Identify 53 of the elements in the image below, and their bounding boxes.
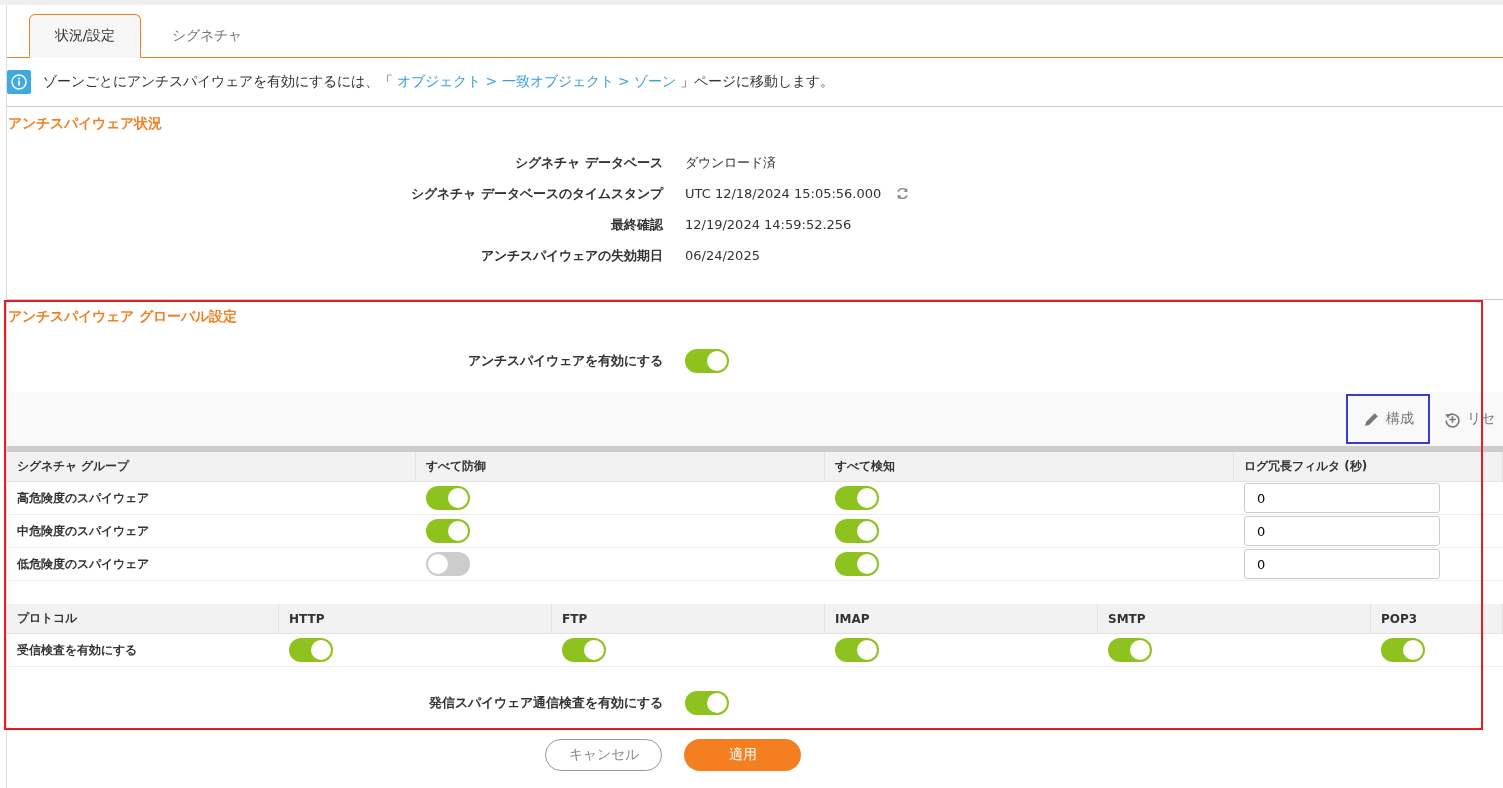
section-title: アンチスパイウェア状況: [7, 114, 163, 133]
toggle-switch[interactable]: [289, 638, 333, 662]
field-value: UTC 12/18/2024 15:05:56.000: [685, 186, 882, 201]
input-field[interactable]: 0: [1244, 516, 1440, 546]
toggle-switch[interactable]: [685, 349, 729, 373]
field-label: 発信スパイウェア通信検査を有効にする: [428, 694, 664, 712]
column-header: IMAP: [825, 604, 1098, 634]
field-label: 最終確認: [610, 215, 664, 234]
apply-button[interactable]: 適用: [684, 739, 801, 771]
field-label: シグネチャ データベースのタイムスタンプ: [410, 184, 665, 203]
field-label: シグネチャ データベース: [514, 153, 664, 172]
column-header: プロトコル: [7, 604, 279, 634]
pencil-icon: [1362, 410, 1380, 428]
input-field[interactable]: 0: [1244, 483, 1440, 513]
info-message: ゾーンごとにアンチスパイウェアを有効にするには、「 オブジェクト > 一致オブジェクト > ゾーン 」ページに移動します。: [43, 73, 835, 91]
toggle-switch[interactable]: [685, 691, 729, 715]
zone-link[interactable]: オブジェクト > 一致オブジェクト > ゾーン: [397, 73, 677, 89]
cancel-button[interactable]: キャンセル: [545, 739, 662, 771]
field-label: アンチスパイウェアの失効期日: [480, 246, 664, 265]
column-header: すべて検知: [825, 452, 1234, 482]
input-field[interactable]: 0: [1244, 549, 1440, 579]
toggle-switch[interactable]: [426, 552, 470, 576]
toggle-switch[interactable]: [835, 486, 879, 510]
toggle-switch[interactable]: [426, 519, 470, 543]
tab[interactable]: 状況/設定: [29, 14, 141, 58]
field-value: 06/24/2025: [685, 248, 760, 263]
toggle-switch[interactable]: [1108, 638, 1152, 662]
table-cell: 高危険度のスパイウェア: [7, 482, 416, 515]
tab[interactable]: シグネチャ: [151, 14, 263, 58]
field-label: アンチスパイウェアを有効にする: [467, 352, 664, 370]
column-header: SMTP: [1098, 604, 1371, 634]
table-cell: 中危険度のスパイウェア: [7, 515, 416, 548]
column-header: FTP: [552, 604, 825, 634]
column-header: ログ冗長フィルタ (秒): [1234, 452, 1503, 482]
info-icon: [7, 70, 31, 94]
section-title: アンチスパイウェア グローバル設定: [7, 307, 238, 326]
reset-button[interactable]: リセ: [1436, 394, 1503, 444]
table-cell: 低危険度のスパイウェア: [7, 548, 416, 581]
field-value: ダウンロード済: [685, 153, 776, 172]
column-header: POP3: [1371, 604, 1503, 634]
toggle-switch[interactable]: [835, 552, 879, 576]
toggle-switch[interactable]: [835, 638, 879, 662]
reset-icon: [1444, 410, 1461, 428]
toggle-switch[interactable]: [835, 519, 879, 543]
field-value: 12/19/2024 14:59:52.256: [685, 217, 852, 232]
configure-button[interactable]: 構成: [1346, 394, 1430, 444]
table-cell: 受信検査を有効にする: [7, 634, 279, 667]
column-header: HTTP: [279, 604, 552, 634]
column-header: シグネチャ グループ: [7, 452, 416, 482]
toggle-switch[interactable]: [426, 486, 470, 510]
toggle-switch[interactable]: [1381, 638, 1425, 662]
column-header: すべて防御: [416, 452, 825, 482]
toggle-switch[interactable]: [562, 638, 606, 662]
